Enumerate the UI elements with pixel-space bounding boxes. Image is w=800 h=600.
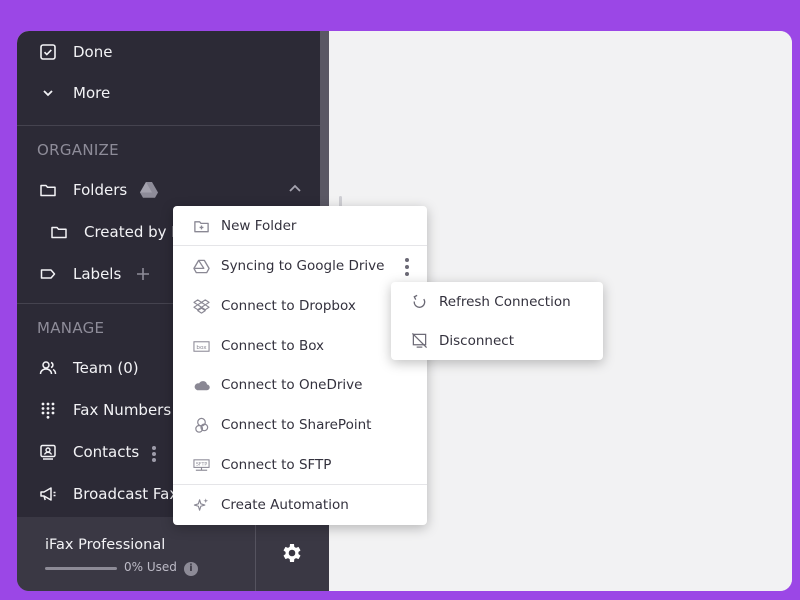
menu-item-sftp[interactable]: SFTP Connect to SFTP: [173, 445, 427, 485]
chevron-up-icon[interactable]: [287, 181, 303, 197]
svg-text:box: box: [196, 344, 207, 350]
account-footer: iFax Professional 0% Used i: [17, 517, 329, 591]
sidebar-item-label: Broadcast Fax: [73, 485, 179, 503]
sidebar-item-label: Done: [73, 43, 113, 61]
onedrive-icon: [191, 375, 211, 395]
refresh-icon: [409, 292, 429, 312]
google-drive-icon: [191, 256, 211, 276]
sidebar-item-label: Folders: [73, 181, 128, 199]
menu-item-refresh-connection[interactable]: Refresh Connection: [391, 282, 603, 321]
sftp-icon: SFTP: [191, 455, 211, 475]
menu-item-label: Disconnect: [439, 332, 514, 349]
disconnect-icon: [409, 331, 429, 351]
section-title-manage: MANAGE: [37, 319, 105, 337]
gear-icon[interactable]: [279, 541, 303, 565]
sidebar-item-label: More: [73, 84, 111, 102]
menu-item-label: Refresh Connection: [439, 293, 571, 310]
section-title-organize: ORGANIZE: [37, 141, 119, 159]
menu-item-dropbox[interactable]: Connect to Dropbox: [173, 286, 427, 326]
contacts-more-icon[interactable]: [151, 446, 157, 462]
menu-item-google-drive[interactable]: Syncing to Google Drive: [173, 246, 427, 286]
menu-item-box[interactable]: box Connect to Box: [173, 326, 427, 366]
google-drive-icon: [139, 181, 159, 199]
checkbox-icon: [37, 41, 59, 63]
google-drive-submenu: Refresh Connection Disconnect: [391, 282, 603, 360]
dialpad-icon: [37, 399, 59, 421]
menu-item-label: Connect to Box: [221, 338, 325, 354]
sidebar-item-label: Team (0): [73, 359, 139, 377]
sidebar-item-done[interactable]: Done: [17, 32, 320, 72]
menu-item-disconnect[interactable]: Disconnect: [391, 321, 603, 360]
box-icon: box: [191, 336, 211, 356]
usage-text: 0% Used: [124, 560, 177, 574]
sidebar-item-more[interactable]: More: [17, 73, 320, 113]
plus-icon[interactable]: [135, 266, 151, 282]
sidebar-item-label: Fax Numbers: [73, 401, 172, 419]
new-folder-icon: [191, 216, 211, 236]
menu-item-label: Syncing to Google Drive: [221, 258, 385, 274]
label-tag-icon: [37, 263, 59, 285]
folder-icon: [48, 221, 70, 243]
menu-item-sharepoint[interactable]: Connect to SharePoint: [173, 405, 427, 445]
menu-item-label: Create Automation: [221, 497, 349, 513]
usage-progress-bar: [45, 567, 117, 570]
info-icon[interactable]: i: [184, 562, 198, 576]
sharepoint-icon: [191, 415, 211, 435]
more-options-icon[interactable]: [403, 258, 411, 276]
plan-name: iFax Professional: [45, 537, 166, 553]
folder-context-menu: New Folder Syncing to Google Drive Conne…: [173, 206, 427, 525]
menu-item-label: Connect to SharePoint: [221, 417, 372, 433]
menu-item-label: New Folder: [221, 218, 297, 234]
menu-item-new-folder[interactable]: New Folder: [173, 206, 427, 246]
dropbox-icon: [191, 296, 211, 316]
menu-item-onedrive[interactable]: Connect to OneDrive: [173, 365, 427, 405]
sidebar-item-label: Labels: [73, 265, 122, 283]
sidebar-item-folders[interactable]: Folders: [17, 170, 320, 210]
contacts-icon: [37, 441, 59, 463]
divider: [255, 517, 256, 591]
chevron-down-icon: [37, 82, 59, 104]
sparkle-icon: [191, 495, 211, 515]
menu-item-label: Connect to Dropbox: [221, 298, 356, 314]
divider: [17, 125, 320, 126]
menu-item-label: Connect to OneDrive: [221, 377, 363, 393]
megaphone-icon: [37, 483, 59, 505]
sidebar-item-label: Created by M: [84, 223, 185, 241]
menu-item-label: Connect to SFTP: [221, 457, 332, 473]
sidebar-item-label: Contacts: [73, 443, 140, 461]
menu-item-create-automation[interactable]: Create Automation: [173, 485, 427, 525]
svg-text:SFTP: SFTP: [195, 461, 207, 467]
team-icon: [37, 357, 59, 379]
folder-icon: [37, 179, 59, 201]
